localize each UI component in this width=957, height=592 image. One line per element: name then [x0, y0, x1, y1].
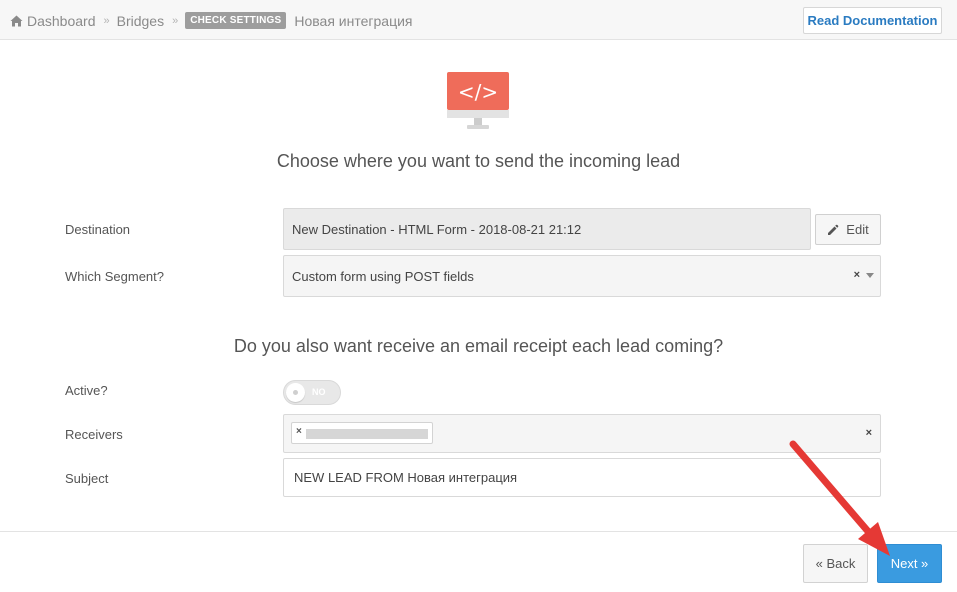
check-settings-badge: CHECK SETTINGS — [185, 12, 287, 29]
email-receipt-heading: Do you also want receive an email receip… — [233, 336, 724, 356]
segment-value: Custom form using POST fields — [292, 268, 474, 284]
receiver-chip: × — [291, 422, 433, 444]
pencil-icon — [828, 224, 839, 235]
toggle-knob — [286, 383, 305, 402]
destination-field: New Destination - HTML Form - 2018-08-21… — [283, 208, 811, 250]
destination-value: New Destination - HTML Form - 2018-08-21… — [292, 221, 582, 237]
breadcrumb-separator: » — [172, 14, 178, 27]
breadcrumb-bridges[interactable]: Bridges — [117, 13, 164, 29]
footer-divider — [0, 531, 957, 532]
receiver-email-redacted — [306, 429, 428, 439]
destination-label: Destination — [65, 222, 131, 237]
breadcrumb-dashboard-label: Dashboard — [27, 12, 96, 29]
receivers-clear-icon[interactable]: × — [866, 427, 872, 439]
top-bar: Dashboard » Bridges » CHECK SETTINGS Нов… — [0, 0, 957, 40]
segment-label: Which Segment? — [65, 269, 164, 284]
edit-destination-button[interactable]: Edit — [815, 214, 881, 245]
home-icon — [10, 15, 23, 26]
receivers-label: Receivers — [65, 427, 123, 442]
toggle-state: NO — [312, 387, 326, 397]
segment-clear-icon[interactable]: × — [854, 269, 860, 281]
back-button[interactable]: « Back — [803, 544, 868, 583]
code-glyph: </> — [458, 80, 498, 104]
breadcrumb-current: Новая интеграция — [294, 12, 413, 29]
destination-heading: Choose where you want to send the incomi… — [276, 151, 681, 171]
breadcrumb-dashboard[interactable]: Dashboard — [10, 13, 96, 29]
subject-label: Subject — [65, 471, 109, 486]
code-monitor-icon: </> — [447, 72, 509, 129]
breadcrumb-separator: » — [103, 14, 110, 27]
edit-label: Edit — [846, 222, 869, 237]
segment-select[interactable]: Custom form using POST fields × — [283, 255, 881, 297]
subject-input[interactable]: NEW LEAD FROM Новая интеграция — [283, 458, 881, 497]
receivers-input[interactable]: × × — [283, 414, 881, 453]
active-toggle[interactable]: NO — [283, 380, 341, 405]
active-label: Active? — [65, 383, 108, 398]
remove-receiver-icon[interactable]: × — [296, 426, 302, 437]
breadcrumb: Dashboard » Bridges » CHECK SETTINGS Нов… — [10, 12, 412, 29]
read-documentation-button[interactable]: Read Documentation — [803, 7, 942, 34]
subject-value: NEW LEAD FROM Новая интеграция — [294, 470, 518, 485]
next-button[interactable]: Next » — [877, 544, 942, 583]
chevron-down-icon[interactable] — [866, 273, 874, 278]
